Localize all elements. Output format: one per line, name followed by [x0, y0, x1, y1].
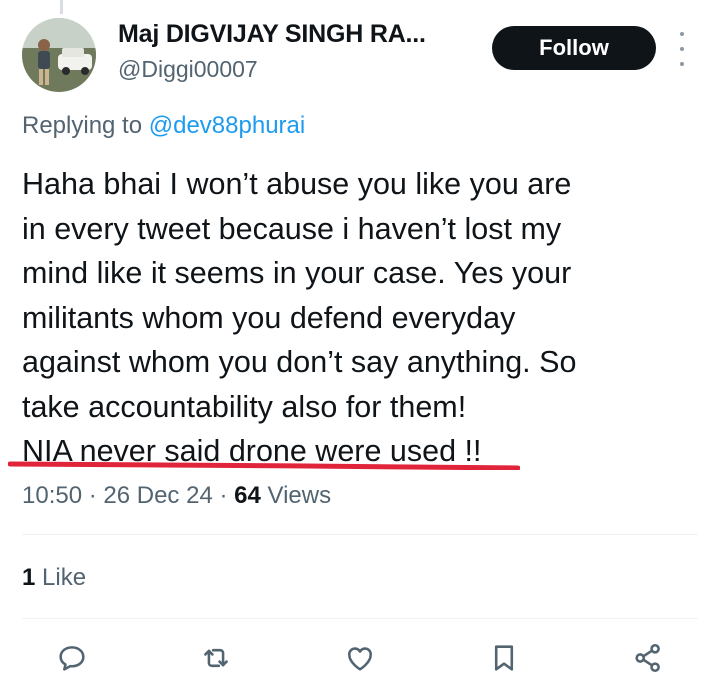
views-label: Views [260, 482, 332, 509]
avatar[interactable] [22, 18, 96, 92]
reply-mention-link[interactable]: @dev88phurai [149, 112, 305, 139]
author-display-name[interactable]: Maj DIGVIJAY SINGH RA... [118, 20, 426, 49]
action-bar [0, 636, 720, 676]
tweet-time[interactable]: 10:50 [22, 482, 82, 509]
share-icon[interactable] [630, 640, 666, 676]
likes-label: Like [35, 564, 87, 591]
tweet-text-line: militants whom you defend everyday [22, 300, 516, 335]
more-vertical-icon[interactable] [676, 32, 688, 66]
reply-context-prefix: Replying to [22, 112, 143, 139]
likes-count: 1 [22, 564, 36, 591]
tweet-text: Haha bhai I won’t abuse you like you are… [22, 162, 702, 474]
red-underline-annotation [8, 461, 520, 470]
profile-photo [22, 18, 96, 92]
reply-context: Replying to @dev88phurai [22, 112, 305, 140]
tweet-text-line: against whom you don’t say anything. So [22, 345, 577, 379]
tweet-text-line: Haha bhai I won’t abuse you like you are [22, 167, 572, 201]
tweet-date[interactable]: 26 Dec 24 [103, 482, 212, 509]
divider [22, 534, 698, 535]
meta-separator: · [212, 482, 235, 509]
follow-button[interactable]: Follow [492, 26, 656, 70]
tweet-meta: 10:50 · 26 Dec 24 · 64 Views [22, 482, 331, 510]
tweet-text-line: mind like it seems in your case. Yes you… [22, 256, 572, 290]
tweet-text-line: take accountability also for them! [22, 389, 467, 424]
meta-separator: · [82, 482, 104, 509]
bookmark-icon[interactable] [486, 640, 522, 676]
tweet-text-line: in every tweet because i haven’t lost my [22, 211, 562, 246]
views-count: 64 [234, 482, 261, 509]
author-handle[interactable]: @Diggi00007 [118, 56, 258, 83]
likes-summary[interactable]: 1 Like [22, 564, 86, 592]
thread-connector-line [60, 0, 63, 14]
divider [22, 618, 698, 619]
retweet-icon[interactable] [198, 640, 234, 676]
reply-icon[interactable] [54, 640, 90, 676]
like-icon[interactable] [342, 640, 378, 676]
